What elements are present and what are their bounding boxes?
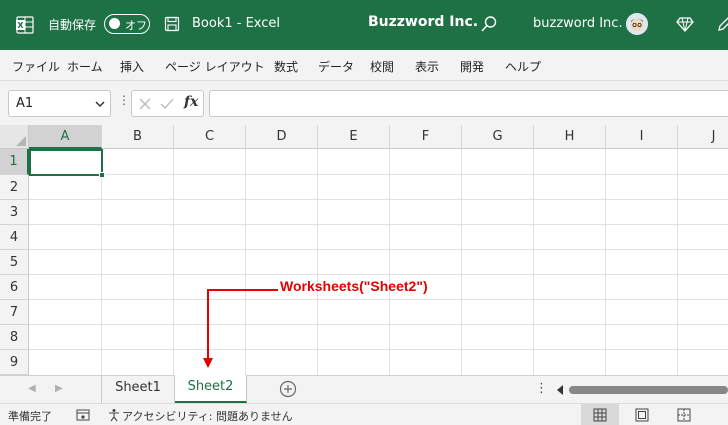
column-header-h[interactable]: H: [534, 125, 606, 149]
scroll-left-icon[interactable]: [557, 385, 563, 395]
formula-input[interactable]: [209, 90, 728, 117]
name-box-value: A1: [16, 96, 34, 111]
menu-review[interactable]: 校閲: [370, 58, 394, 75]
row-header-2[interactable]: 2: [0, 175, 29, 200]
accessibility-icon[interactable]: [108, 408, 122, 422]
column-header-i[interactable]: I: [606, 125, 678, 149]
column-header-d[interactable]: D: [246, 125, 318, 149]
grid-line: [101, 149, 102, 375]
row-header-7[interactable]: 7: [0, 300, 29, 325]
grid-line: [29, 299, 728, 300]
excel-logo-icon[interactable]: X: [16, 16, 34, 34]
menu-file[interactable]: ファイル: [12, 58, 60, 75]
status-bar: 準備完了 アクセシビリティ: 問題ありません: [0, 403, 728, 425]
grid-line: [29, 199, 728, 200]
autosave-toggle[interactable]: オフ: [104, 14, 150, 34]
menu-bar: ファイル ホーム 挿入 ページ レイアウト 数式 データ 校閲 表示 開発 ヘル…: [0, 50, 728, 81]
row-header-5[interactable]: 5: [0, 250, 29, 275]
sheet-tab-sheet1[interactable]: Sheet1: [101, 376, 175, 403]
column-header-c[interactable]: C: [174, 125, 246, 149]
toggle-knob: [109, 18, 120, 29]
formula-buttons: fx: [131, 90, 204, 117]
avatar-icon[interactable]: [626, 13, 648, 35]
function-icon[interactable]: fx: [184, 94, 198, 110]
page-break-view-button[interactable]: [665, 404, 703, 425]
active-cell-a1[interactable]: [29, 149, 105, 178]
tab-split-grip[interactable]: ⋮: [535, 381, 548, 396]
grid-line: [677, 149, 678, 375]
select-all-button[interactable]: [0, 125, 29, 149]
save-icon[interactable]: [164, 16, 180, 32]
normal-view-icon: [593, 408, 607, 422]
row-header-8[interactable]: 8: [0, 325, 29, 350]
user-name[interactable]: buzzword Inc.: [533, 16, 623, 31]
menu-help[interactable]: ヘルプ: [505, 58, 541, 75]
row-header-4[interactable]: 4: [0, 225, 29, 250]
search-icon[interactable]: [480, 15, 498, 33]
menu-developer[interactable]: 開発: [460, 58, 484, 75]
menu-page-layout[interactable]: ページ レイアウト: [165, 58, 265, 75]
autosave-state: オフ: [125, 19, 147, 32]
formula-bar: A1 ⋮ fx: [0, 81, 728, 125]
grid-line: [29, 349, 728, 350]
page-layout-view-icon: [635, 408, 649, 422]
grid-line: [533, 149, 534, 375]
name-box[interactable]: A1: [8, 90, 111, 117]
cancel-icon[interactable]: [138, 97, 152, 111]
chevron-down-icon[interactable]: [94, 98, 106, 110]
autosave-label: 自動保存: [48, 18, 97, 32]
menu-insert[interactable]: 挿入: [120, 58, 144, 75]
fill-handle[interactable]: [99, 172, 105, 178]
row-header-3[interactable]: 3: [0, 200, 29, 225]
grid-line: [389, 149, 390, 375]
grid-line: [29, 224, 728, 225]
prev-sheet-icon[interactable]: ◀: [28, 383, 36, 394]
page-layout-view-button[interactable]: [623, 404, 661, 425]
sheet-tab-bar: ◀ ▶ Sheet1 Sheet2 ⋮: [0, 375, 728, 403]
add-sheet-icon[interactable]: [279, 380, 297, 398]
macro-record-icon[interactable]: [76, 408, 90, 422]
column-header-a[interactable]: A: [29, 125, 102, 149]
grid-line: [29, 274, 728, 275]
column-header-f[interactable]: F: [390, 125, 462, 149]
annotation-label: Worksheets("Sheet2"): [280, 278, 428, 294]
grid-line: [317, 149, 318, 375]
horizontal-scrollbar[interactable]: [569, 386, 728, 394]
row-header-1[interactable]: 1: [0, 149, 29, 175]
column-header-j[interactable]: J: [678, 125, 728, 149]
menu-view[interactable]: 表示: [415, 58, 439, 75]
sheet-tab-sheet2[interactable]: Sheet2: [175, 375, 247, 403]
grid-line: [29, 174, 728, 175]
pen-icon[interactable]: [716, 15, 728, 33]
check-icon[interactable]: [160, 97, 174, 111]
status-ready: 準備完了: [8, 410, 52, 423]
spreadsheet-grid: A B C D E F G H I J 1 2 3 4 5 6 7 8 9: [0, 125, 728, 375]
grid-line: [29, 324, 728, 325]
title-bar: X 自動保存 オフ Book1 - Excel Buzzword Inc. bu…: [0, 0, 728, 50]
column-header-b[interactable]: B: [102, 125, 174, 149]
annotation-arrow: [203, 289, 278, 368]
grid-line: [29, 249, 728, 250]
formula-bar-grip[interactable]: ⋮: [118, 93, 130, 107]
grid-line: [173, 149, 174, 375]
document-title: Book1 - Excel: [192, 16, 281, 31]
menu-data[interactable]: データ: [318, 58, 354, 75]
column-header-g[interactable]: G: [462, 125, 534, 149]
menu-home[interactable]: ホーム: [67, 58, 103, 75]
row-header-6[interactable]: 6: [0, 275, 29, 300]
accessibility-status[interactable]: アクセシビリティ: 問題ありません: [122, 408, 293, 424]
normal-view-button[interactable]: [581, 404, 619, 425]
page-break-view-icon: [677, 408, 691, 422]
grid-line: [461, 149, 462, 375]
grid-line: [605, 149, 606, 375]
svg-text:X: X: [17, 21, 24, 30]
diamond-icon[interactable]: [676, 15, 694, 33]
row-header-9[interactable]: 9: [0, 350, 29, 375]
company-name: Buzzword Inc.: [368, 14, 479, 30]
next-sheet-icon[interactable]: ▶: [55, 383, 63, 394]
menu-formulas[interactable]: 数式: [274, 58, 298, 75]
column-header-e[interactable]: E: [318, 125, 390, 149]
